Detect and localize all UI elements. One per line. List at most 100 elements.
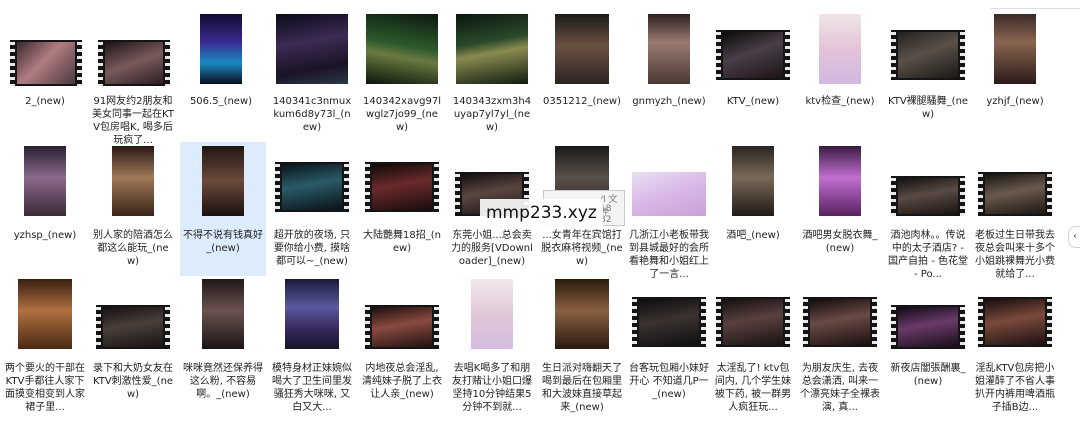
video-thumbnail [885,8,971,92]
file-item[interactable]: ktv检查_(new) [797,8,883,142]
file-name: 几浙江小老板带我到县城最好的会所看艳舞和小姐红上了一言... [629,230,709,280]
file-item[interactable]: 酒池肉林。。传说中的太子酒店? - 国产自拍 - 色花堂 - Po... [885,142,971,280]
file-name: KTV_(new) [726,96,780,107]
file-name: ...女青年在宾馆打脱衣麻将视频_(new) [541,230,623,267]
file-name: 91网友约2朋友和美女同事一起在KTV包房唱K, 喝多后玩疯了... [92,96,174,146]
file-item[interactable]: 酒吧_(new) [710,142,796,276]
file-item[interactable]: 模特身材正妹婉似喝大了卫生间里发骚狂秀大咪咪, 又白又大... [269,275,355,413]
video-thumbnail [449,8,535,92]
watermark: mmp233.xyz [480,199,603,227]
file-name: 新夜店闇張酬裏_(new) [890,363,966,387]
file-item[interactable]: yzhjf_(new) [972,8,1058,142]
file-item[interactable]: 新夜店闇張酬裏_(new) [885,275,971,409]
file-item[interactable]: 太淫乱了! ktv包间内, 几个学生妹被下药, 被一群男人疯狂玩... [710,275,796,413]
file-item[interactable]: KTV裸腿騷舞_(new) [885,8,971,142]
file-name: 140343zxm3h4uyap7yl7yl_(new) [452,96,532,133]
video-thumbnail [2,8,88,92]
video-thumbnail [90,275,176,359]
file-item[interactable]: 别人家的陪酒怎么都这么能玩_(new) [90,142,176,276]
file-name: 140342xavg97lwglz7jo99_(new) [363,96,441,133]
file-item[interactable]: 去唱K喝多了和朋友打赌让小姐口爆坚持10分钟结果5分钟不到就... [449,275,535,413]
file-item[interactable]: 几浙江小老板带我到县城最好的会所看艳舞和小姐红上了一言... [626,142,712,280]
video-thumbnail [269,275,355,359]
file-name: 为朋友庆生, 去夜总会潇洒, 叫来一个漂亮妹子全裸表演, 真... [800,363,880,413]
file-item[interactable]: 超开放的夜场, 只要你给小费, 摸啥都可以~_(new) [269,142,355,276]
file-name: 酒吧_(new) [726,230,780,241]
file-name: yzhjf_(new) [986,96,1044,107]
video-thumbnail [359,275,445,359]
video-thumbnail [972,8,1058,92]
video-thumbnail [539,275,625,359]
file-name: 录下和大奶女友在KTV刺激性爱_(new) [92,363,174,400]
file-item[interactable]: yzhsp_(new) [2,142,88,276]
video-thumbnail [972,142,1058,226]
video-thumbnail [269,142,355,226]
top-divider [990,8,1080,9]
file-name: 酒吧男女脱衣舞_(new) [802,230,878,254]
file-name: 超开放的夜场, 只要你给小费, 摸啥都可以~_(new) [273,230,351,267]
chevron-left-icon[interactable]: ‹ [1068,226,1080,248]
video-thumbnail [180,142,266,226]
video-thumbnail [90,8,176,92]
file-item[interactable]: 140342xavg97lwglz7jo99_(new) [359,8,445,142]
file-item[interactable]: 淫乱KTV包房把小姐灌醉了不省人事扒开内裤用啤酒瓶子插B边... [972,275,1058,413]
video-thumbnail [797,8,883,92]
file-item[interactable]: 2_(new) [2,8,88,142]
file-name: 台客玩包厢小妹好开心 不知道几P一_(new) [629,363,709,400]
file-name: 140341c3nmuxkum6d8y73l_(new) [272,96,352,133]
file-name: 生日派对嗨翻天了 喝到最后在包厢里和大波妹直接草起来_(new) [542,363,622,413]
video-thumbnail [269,8,355,92]
video-thumbnail [626,275,712,359]
file-name: 不得不说有钱真好_(new) [183,230,263,254]
file-item[interactable]: 录下和大奶女友在KTV刺激性爱_(new) [90,275,176,409]
file-name: 东莞小姐...总会卖力的服务[VDownloader]_(new) [451,230,533,267]
file-name: 酒池肉林。。传说中的太子酒店? - 国产自拍 - 色花堂 - Po... [888,230,968,280]
video-thumbnail [449,275,535,359]
file-name: 506.5_(new) [189,96,253,107]
video-thumbnail [710,142,796,226]
file-item[interactable]: 506.5_(new) [178,8,264,142]
file-name: yzhsp_(new) [13,230,77,241]
file-item[interactable]: 0351212_(new) [539,8,625,142]
file-item-selected[interactable]: 不得不说有钱真好_(new) [180,142,266,276]
video-thumbnail [539,8,625,92]
file-name: 淫乱KTV包房把小姐灌醉了不省人事扒开内裤用啤酒瓶子插B边... [975,363,1055,413]
file-item[interactable]: 140341c3nmuxkum6d8y73l_(new) [269,8,355,142]
file-item[interactable]: 咪咪竟然还保养得这么粉, 不容易啊。_(new) [180,275,266,409]
file-item[interactable]: 两个要火的干部在KTV手都往人家下面摸变相变到人家裙子里... [2,275,88,413]
file-name: 太淫乱了! ktv包间内, 几个学生妹被下药, 被一群男人疯狂玩... [714,363,792,413]
file-name: 去唱K喝多了和朋友打赌让小姐口爆坚持10分钟结果5分钟不到就... [452,363,532,413]
video-thumbnail [710,275,796,359]
file-item[interactable]: 老板过生日带我去夜总会叫来十多个小姐跳裸舞光小费就给了... [972,142,1058,280]
video-thumbnail [2,275,88,359]
file-name: 模特身材正妹婉似喝大了卫生间里发骚狂秀大咪咪, 又白又大... [272,363,352,413]
file-item[interactable]: 91网友约2朋友和美女同事一起在KTV包房唱K, 喝多后玩疯了... [90,8,176,146]
video-thumbnail [90,142,176,226]
video-thumbnail [178,8,264,92]
file-name: 内地夜总会淫乱, 清纯妹子脱了上衣让人亲_(new) [362,363,442,400]
file-item[interactable]: KTV_(new) [710,8,796,142]
video-thumbnail [885,275,971,359]
file-item[interactable]: 酒吧男女脱衣舞_(new) [797,142,883,276]
video-thumbnail [359,142,445,226]
file-item[interactable]: 140343zxm3h4uyap7yl7yl_(new) [449,8,535,142]
file-item[interactable]: 生日派对嗨翻天了 喝到最后在包厢里和大波妹直接草起来_(new) [539,275,625,413]
file-name: 2_(new) [25,96,65,107]
video-thumbnail [797,275,883,359]
file-name: 老板过生日带我去夜总会叫来十多个小姐跳裸舞光小费就给了... [975,230,1055,280]
file-name: 两个要火的干部在KTV手都往人家下面摸变相变到人家裙子里... [5,363,85,413]
file-name: 0351212_(new) [542,96,621,107]
video-thumbnail [972,275,1058,359]
file-name: gnmyzh_(new) [632,96,706,107]
video-thumbnail [885,142,971,226]
file-item[interactable]: 内地夜总会淫乱, 清纯妹子脱了上衣让人亲_(new) [359,275,445,409]
file-name: ktv检查_(new) [805,96,875,107]
file-item[interactable]: 大陆艷舞18招_(new) [359,142,445,276]
file-name: 大陆艷舞18招_(new) [363,230,441,254]
video-thumbnail [359,8,445,92]
video-thumbnail [626,142,712,226]
file-item[interactable]: gnmyzh_(new) [626,8,712,142]
file-item[interactable]: 台客玩包厢小妹好开心 不知道几P一_(new) [626,275,712,409]
file-item[interactable]: 为朋友庆生, 去夜总会潇洒, 叫来一个漂亮妹子全裸表演, 真... [797,275,883,413]
file-name: 咪咪竟然还保养得这么粉, 不容易啊。_(new) [183,363,263,400]
